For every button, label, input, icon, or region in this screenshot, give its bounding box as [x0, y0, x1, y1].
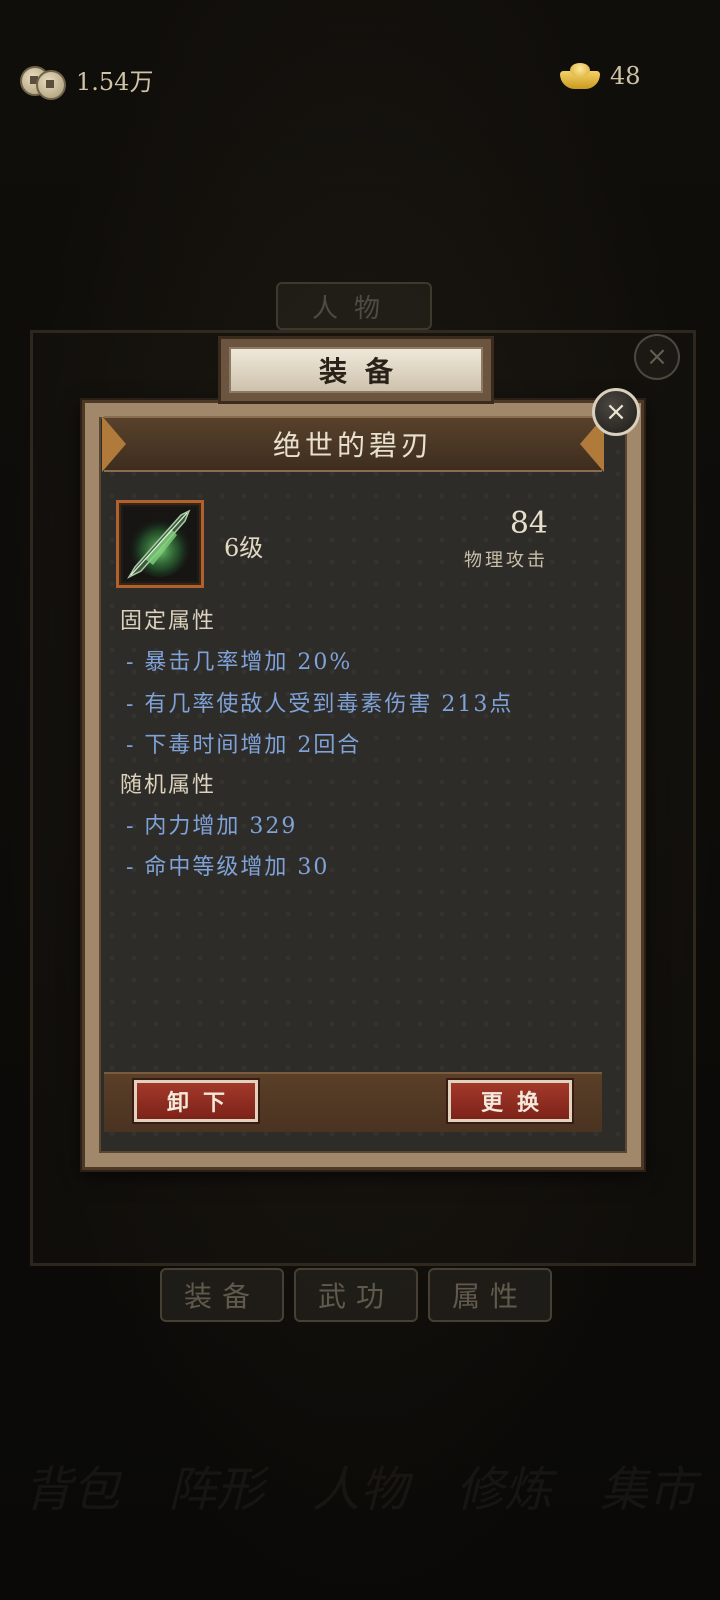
attack-label: 物理攻击 — [464, 550, 548, 571]
nav-character: 人物 — [311, 1462, 408, 1518]
replace-button[interactable]: 更换 — [448, 1080, 572, 1122]
item-icon-frame[interactable] — [116, 500, 204, 588]
tab-martial-arts: 武功 — [294, 1268, 418, 1322]
nav-bag: 背包 — [23, 1462, 120, 1518]
random-attribute: - 命中等级增加 30 — [126, 855, 330, 880]
item-title-bar: 绝世的碧刃 — [102, 416, 604, 472]
copper-coin-amount: 1.54万 — [76, 68, 154, 96]
fixed-attribute: - 暴击几率增加 20% — [126, 650, 353, 675]
dialog-header-label: 装备 — [229, 347, 483, 393]
nav-market: 集市 — [599, 1462, 696, 1518]
dialog-header: 装备 — [218, 336, 494, 404]
gold-ingot-counter: 48 — [560, 62, 641, 90]
green-blade-icon — [123, 507, 197, 581]
tab-equipment: 装备 — [160, 1268, 284, 1322]
close-icon[interactable]: × — [592, 388, 640, 436]
unequip-button[interactable]: 卸下 — [134, 1080, 258, 1122]
gold-ingot-icon — [560, 63, 600, 89]
character-tab: 人物 — [276, 282, 432, 330]
attack-value: 84 — [509, 506, 548, 541]
random-attributes-heading: 随机属性 — [120, 773, 217, 798]
copper-coin-icon — [20, 64, 66, 100]
fixed-attributes-heading: 固定属性 — [120, 609, 217, 634]
random-attribute: - 内力增加 329 — [126, 814, 298, 839]
bottom-nav: 背包 阵形 人物 修炼 集市 — [0, 1430, 720, 1540]
background-close-icon: × — [634, 334, 680, 380]
item-name: 绝世的碧刃 — [272, 429, 433, 462]
copper-coin-counter: 1.54万 — [20, 62, 154, 100]
nav-formation: 阵形 — [167, 1462, 264, 1518]
fixed-attribute: - 下毒时间增加 2回合 — [126, 733, 362, 758]
gold-ingot-amount: 48 — [610, 62, 641, 90]
tab-attributes: 属性 — [428, 1268, 552, 1322]
fixed-attribute: - 有几率使敌人受到毒素伤害 213点 — [126, 692, 514, 717]
bottom-tab-row: 装备 武功 属性 — [160, 1268, 552, 1322]
nav-training: 修炼 — [455, 1462, 552, 1518]
item-level: 6级 — [224, 534, 264, 562]
